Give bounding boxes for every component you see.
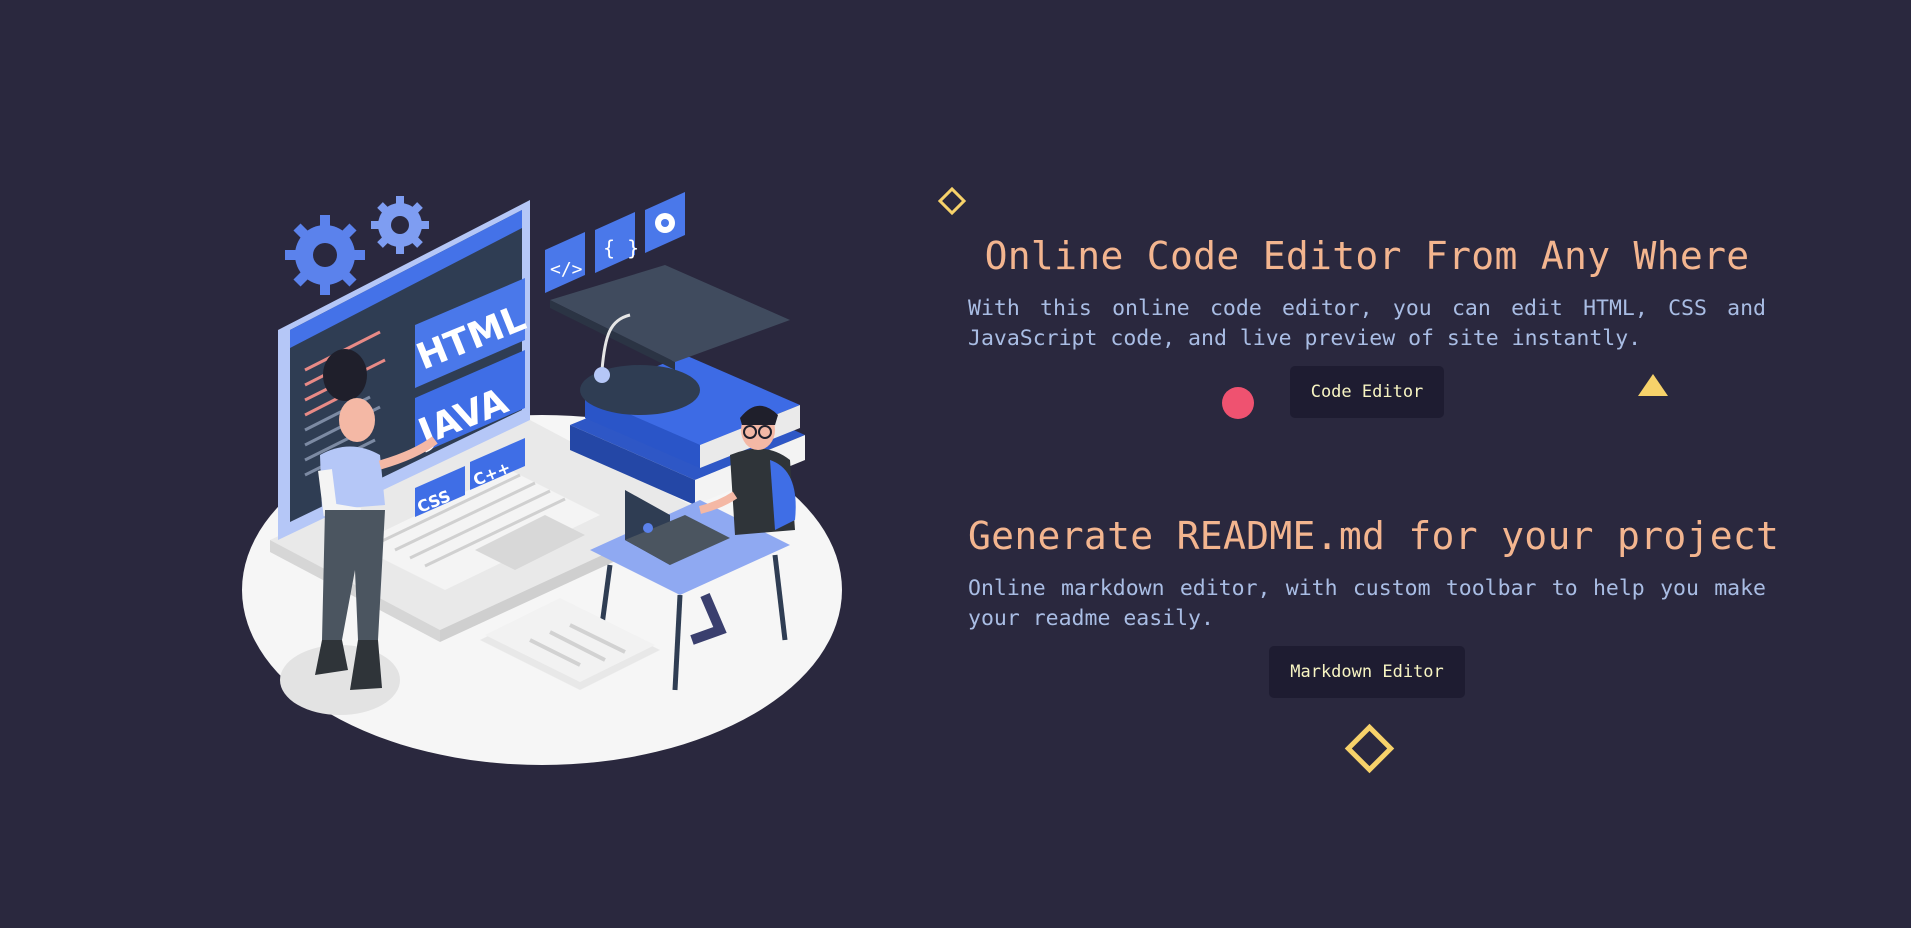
coding-illustration: </> { } HTML JAVA C++ CSS [242,192,842,765]
curly-braces-icon: { } [595,212,639,273]
diamond-decoration-large [1344,723,1395,774]
markdown-editor-title: Generate README.md for your project [968,514,1780,558]
landing-page: </> { } HTML JAVA C++ CSS Online Code Ed… [0,0,1911,928]
markdown-editor-button[interactable]: Markdown Editor [1269,646,1465,698]
diamond-decoration [937,186,967,216]
gear-icon [645,192,685,253]
markdown-editor-description: Online markdown editor, with custom tool… [968,576,1766,631]
code-editor-section: Online Code Editor From Any Where With t… [968,228,1766,418]
svg-text:</>: </> [550,259,583,280]
svg-text:{ }: { } [603,236,639,260]
gear-icon [371,196,429,254]
code-editor-description: With this online code editor, you can ed… [968,296,1766,351]
code-editor-title: Online Code Editor From Any Where [984,234,1750,278]
code-editor-button[interactable]: Code Editor [1289,366,1445,418]
code-tag-icon: </> [545,232,585,293]
markdown-editor-section: Generate README.md for your project Onli… [968,508,1780,698]
gear-icon [285,215,365,295]
